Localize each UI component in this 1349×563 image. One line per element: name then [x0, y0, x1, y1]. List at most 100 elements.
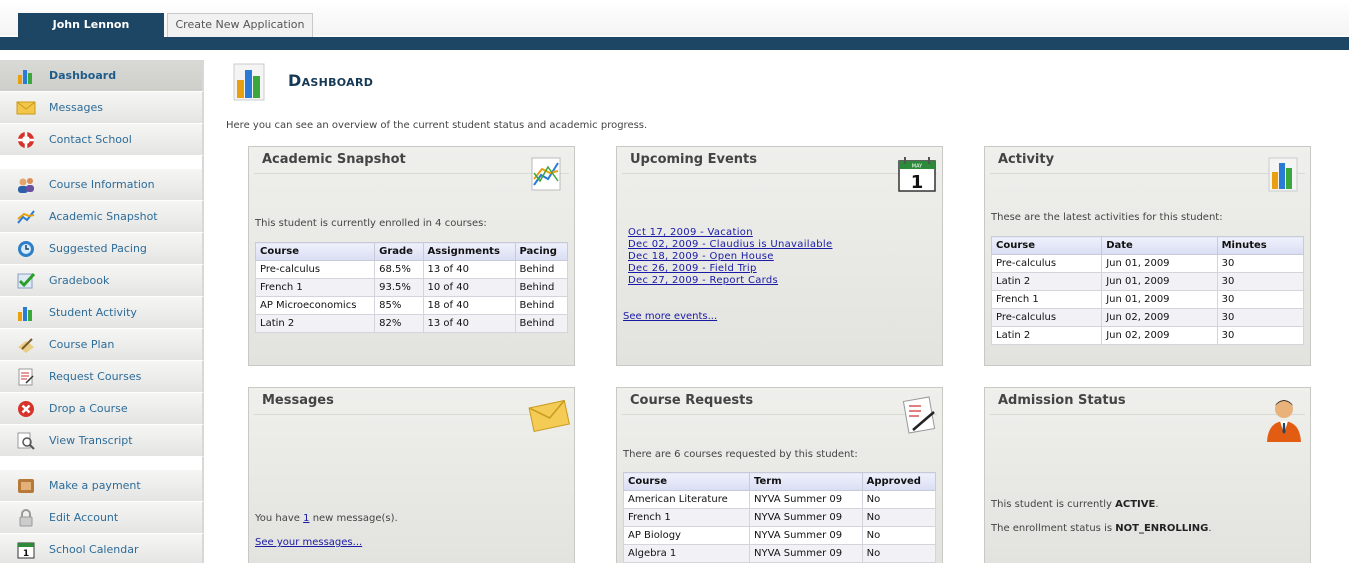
table-header-row: Course Term Approved [623, 472, 937, 491]
table-cell: 18 of 40 [422, 296, 516, 315]
table-row: American Literature NYVA Summer 09 No [623, 490, 937, 509]
see-messages-link[interactable]: See your messages... [255, 537, 362, 548]
requests-table: Course Term Approved American Literature… [623, 472, 937, 563]
column-header: Pacing [514, 242, 568, 261]
table-cell: Algebra 1 [623, 544, 750, 563]
panel-title: Upcoming Events [630, 152, 757, 167]
column-header: Course [990, 236, 1103, 255]
table-cell: 82% [374, 314, 424, 333]
sidebar-item-drop-course[interactable]: Drop a Course [0, 393, 204, 425]
panel-title: Activity [998, 152, 1055, 167]
see-more-events-link[interactable]: See more events... [623, 311, 717, 322]
sidebar-item-school-calendar[interactable]: 1 School Calendar [0, 534, 204, 563]
sidebar-item-label: School Calendar [49, 543, 139, 556]
tab-user[interactable]: John Lennon [18, 13, 164, 37]
event-link[interactable]: Dec 26, 2009 - Field Trip [628, 263, 832, 275]
lifebuoy-icon [12, 126, 40, 154]
sidebar-item-label: Course Plan [49, 338, 115, 351]
sidebar-item-request-courses[interactable]: Request Courses [0, 361, 204, 393]
sidebar-item-contact-school[interactable]: Contact School [0, 124, 204, 156]
table-cell: 30 [1216, 290, 1305, 309]
table-cell: NYVA Summer 09 [749, 508, 863, 527]
table-header-row: Course Grade Assignments Pacing [254, 242, 568, 261]
table-row: Latin 2 82% 13 of 40 Behind [254, 314, 568, 333]
enroll-prefix: The enrollment status is [991, 523, 1116, 534]
sidebar-item-student-activity[interactable]: Student Activity [0, 297, 204, 329]
table-row: Pre-calculus Jun 02, 2009 30 [990, 308, 1305, 327]
table-row: Latin 2 Jun 01, 2009 30 [990, 272, 1305, 291]
activity-table: Course Date Minutes Pre-calculus Jun 01,… [990, 236, 1305, 345]
table-cell: Behind [514, 314, 568, 333]
sidebar-item-academic-snapshot[interactable]: Academic Snapshot [0, 201, 204, 233]
calendar-icon: MAY 1 [896, 155, 936, 193]
sidebar-item-gradebook[interactable]: Gradebook [0, 265, 204, 297]
magnifier-icon [12, 427, 40, 455]
table-cell: NYVA Summer 09 [749, 544, 863, 563]
table-row: Algebra 1 NYVA Summer 09 No [623, 544, 937, 563]
table-cell: American Literature [623, 490, 750, 509]
clock-globe-icon [12, 235, 40, 263]
sidebar-item-course-information[interactable]: Course Information [0, 169, 204, 201]
sidebar-divider [0, 156, 204, 169]
sidebar-item-view-transcript[interactable]: View Transcript [0, 425, 204, 457]
sidebar: Dashboard Messages Contact School Course… [0, 60, 204, 563]
messages-text: You have 1 new message(s). [255, 513, 398, 524]
table-cell: No [861, 490, 937, 509]
table-cell: Pre-calculus [254, 260, 376, 279]
column-header: Approved [861, 472, 937, 491]
messages-text-after: new message(s). [309, 513, 398, 524]
table-cell: 93.5% [374, 278, 424, 297]
sidebar-item-label: Gradebook [49, 274, 110, 287]
bar-chart-icon [12, 62, 40, 90]
panel-divider [254, 414, 569, 415]
status-value: ACTIVE [1115, 499, 1156, 510]
user-icon [1264, 396, 1302, 442]
bar-chart-icon [1264, 155, 1302, 193]
table-cell: 30 [1216, 308, 1305, 327]
page-title: Dashboard [288, 71, 374, 90]
sidebar-item-edit-account[interactable]: Edit Account [0, 502, 204, 534]
table-cell: 30 [1216, 326, 1305, 345]
sidebar-item-label: Contact School [49, 133, 132, 146]
column-header: Assignments [422, 242, 516, 261]
table-cell: NYVA Summer 09 [749, 526, 863, 545]
column-header: Course [623, 472, 750, 491]
column-header: Minutes [1216, 236, 1305, 255]
line-chart-icon [528, 155, 566, 193]
table-cell: Latin 2 [990, 272, 1103, 291]
table-cell: Jun 01, 2009 [1101, 272, 1218, 291]
event-link[interactable]: Oct 17, 2009 - Vacation [628, 227, 832, 239]
activity-panel: Activity These are the latest activities… [984, 146, 1311, 366]
sidebar-item-label: Drop a Course [49, 402, 128, 415]
sidebar-item-label: Edit Account [49, 511, 119, 524]
column-header: Course [254, 242, 376, 261]
table-row: AP Biology NYVA Summer 09 No [623, 526, 937, 545]
form-icon [12, 363, 40, 391]
sidebar-item-course-plan[interactable]: Course Plan [0, 329, 204, 361]
event-link[interactable]: Dec 27, 2009 - Report Cards [628, 275, 832, 287]
table-cell: Behind [514, 296, 568, 315]
table-cell: AP Biology [623, 526, 750, 545]
panel-divider [622, 414, 937, 415]
event-link[interactable]: Dec 02, 2009 - Claudius is Unavailable [628, 239, 832, 251]
table-cell: 30 [1216, 254, 1305, 273]
event-link[interactable]: Dec 18, 2009 - Open House [628, 251, 832, 263]
table-cell: 85% [374, 296, 424, 315]
nav-bar [0, 37, 1349, 50]
users-icon [12, 171, 40, 199]
activity-text: These are the latest activities for this… [991, 212, 1223, 223]
snapshot-table: Course Grade Assignments Pacing Pre-calc… [254, 242, 568, 333]
table-cell: No [861, 508, 937, 527]
tab-create-application[interactable]: Create New Application [167, 13, 313, 37]
sidebar-item-make-payment[interactable]: Make a payment [0, 470, 204, 502]
messages-text-before: You have [255, 513, 304, 524]
sidebar-item-suggested-pacing[interactable]: Suggested Pacing [0, 233, 204, 265]
sidebar-item-dashboard[interactable]: Dashboard [0, 60, 204, 92]
admission-status-panel: Admission Status This student is current… [984, 387, 1311, 563]
table-row: AP Microeconomics 85% 18 of 40 Behind [254, 296, 568, 315]
table-row: French 1 93.5% 10 of 40 Behind [254, 278, 568, 297]
sidebar-item-messages[interactable]: Messages [0, 92, 204, 124]
table-cell: French 1 [623, 508, 750, 527]
svg-text:1: 1 [23, 549, 29, 559]
messages-panel: Messages You have 1 new message(s). See … [248, 387, 575, 563]
